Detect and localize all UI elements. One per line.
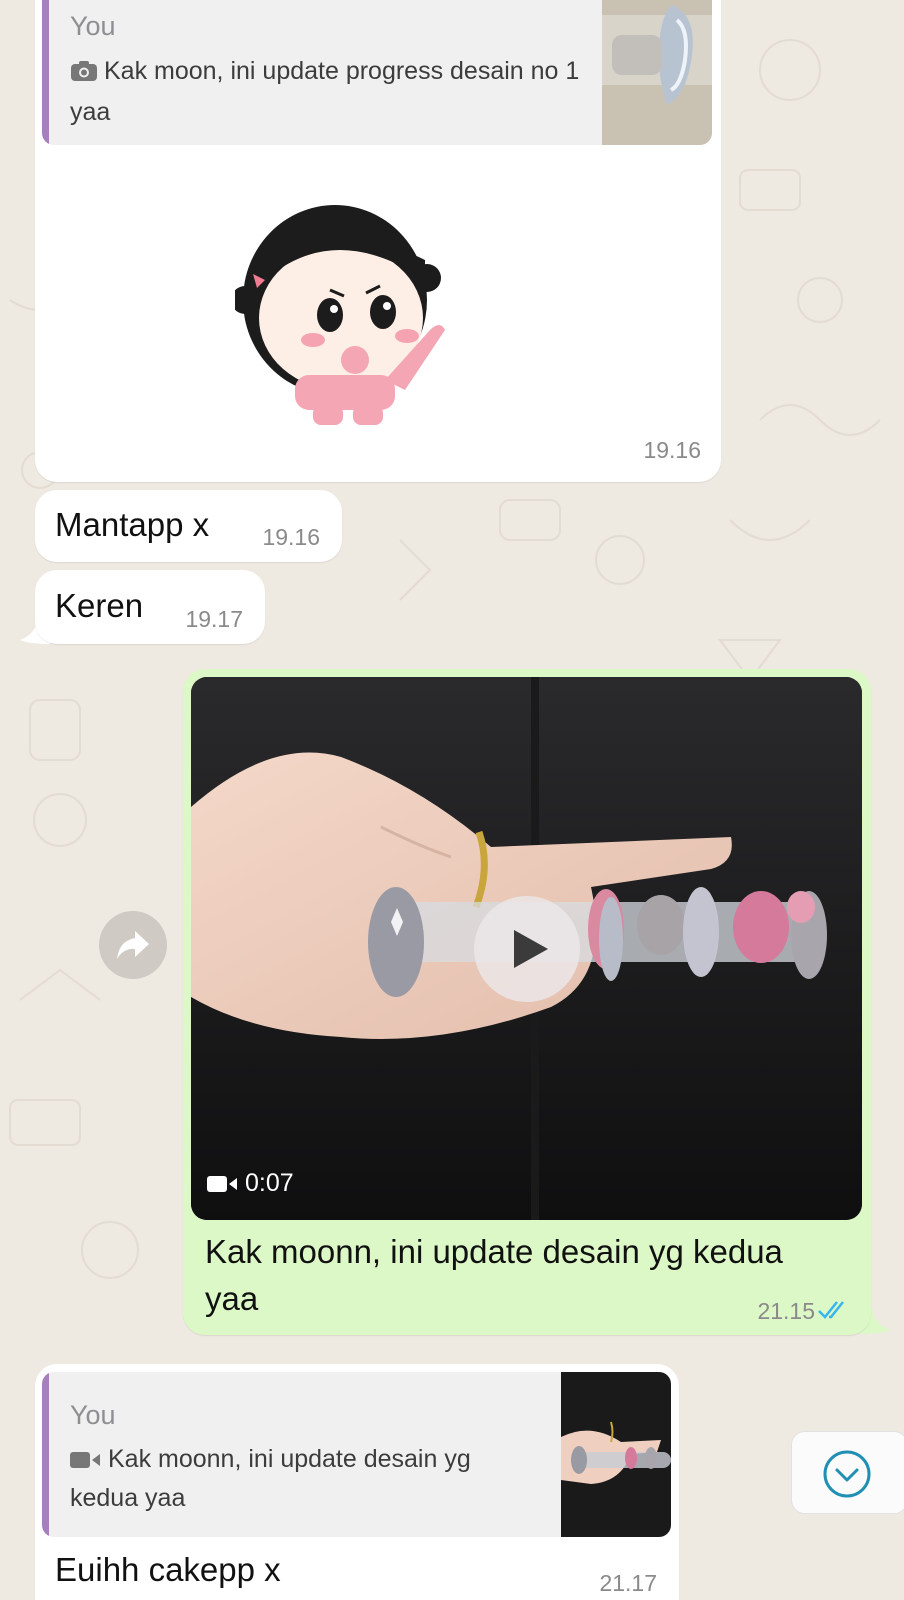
quote-text: Kak moonn, ini update desain yg [70, 1440, 550, 1481]
scroll-to-bottom-button[interactable] [791, 1431, 904, 1514]
quote-bar [42, 0, 49, 145]
sticker-baby-thumbs-up[interactable] [235, 190, 495, 430]
message-bubble-reply[interactable]: You Kak moonn, ini update desain yg kedu… [35, 1364, 679, 1600]
message-time: 19.16 [643, 437, 701, 463]
quote-thumbnail [561, 1372, 671, 1537]
reply-quote[interactable]: You Kak moonn, ini update desain yg kedu… [42, 1372, 671, 1537]
message-text: Mantapp x [55, 506, 210, 543]
video-player[interactable]: 0:07 [191, 677, 862, 1220]
message-bubble-video[interactable]: 0:07 Kak moonn, ini update desain yg ked… [183, 669, 871, 1335]
message-caption-line1: Kak moonn, ini update desain yg kedua [205, 1233, 783, 1270]
chevron-down-icon [823, 1450, 871, 1498]
camera-icon [70, 55, 98, 93]
video-duration: 0:07 [207, 1169, 294, 1198]
quote-text-line2: kedua yaa [70, 1484, 186, 1512]
play-button[interactable] [474, 896, 580, 1002]
reply-quote[interactable]: You Kak moon, ini update progress desain… [42, 0, 712, 145]
quote-text: Kak moon, ini update progress desain no … [70, 55, 580, 126]
quote-thumbnail [602, 0, 712, 145]
video-duration-text: 0:07 [245, 1169, 294, 1197]
video-icon [70, 1443, 102, 1481]
message-bubble-sticker[interactable]: You Kak moon, ini update progress desain… [35, 0, 721, 482]
message-text: Keren [55, 587, 144, 624]
message-time: 21.17 [599, 1570, 657, 1596]
quote-sender: You [70, 11, 116, 41]
read-receipt-icon [818, 1301, 844, 1319]
message-bubble-text[interactable]: Keren 19.17 [35, 570, 265, 644]
forward-icon [117, 931, 149, 959]
message-time: 19.17 [185, 606, 243, 632]
quote-sender: You [70, 1400, 116, 1430]
play-icon [514, 930, 548, 968]
message-text: Euihh cakepp x [55, 1551, 281, 1588]
message-time: 19.16 [262, 524, 320, 550]
message-bubble-text[interactable]: Mantapp x 19.16 [35, 490, 342, 562]
message-caption-line2: yaa [205, 1280, 259, 1317]
video-icon [207, 1175, 237, 1192]
message-time: 21.15 [757, 1298, 815, 1324]
forward-button[interactable] [99, 911, 167, 979]
quote-bar [42, 1372, 49, 1537]
